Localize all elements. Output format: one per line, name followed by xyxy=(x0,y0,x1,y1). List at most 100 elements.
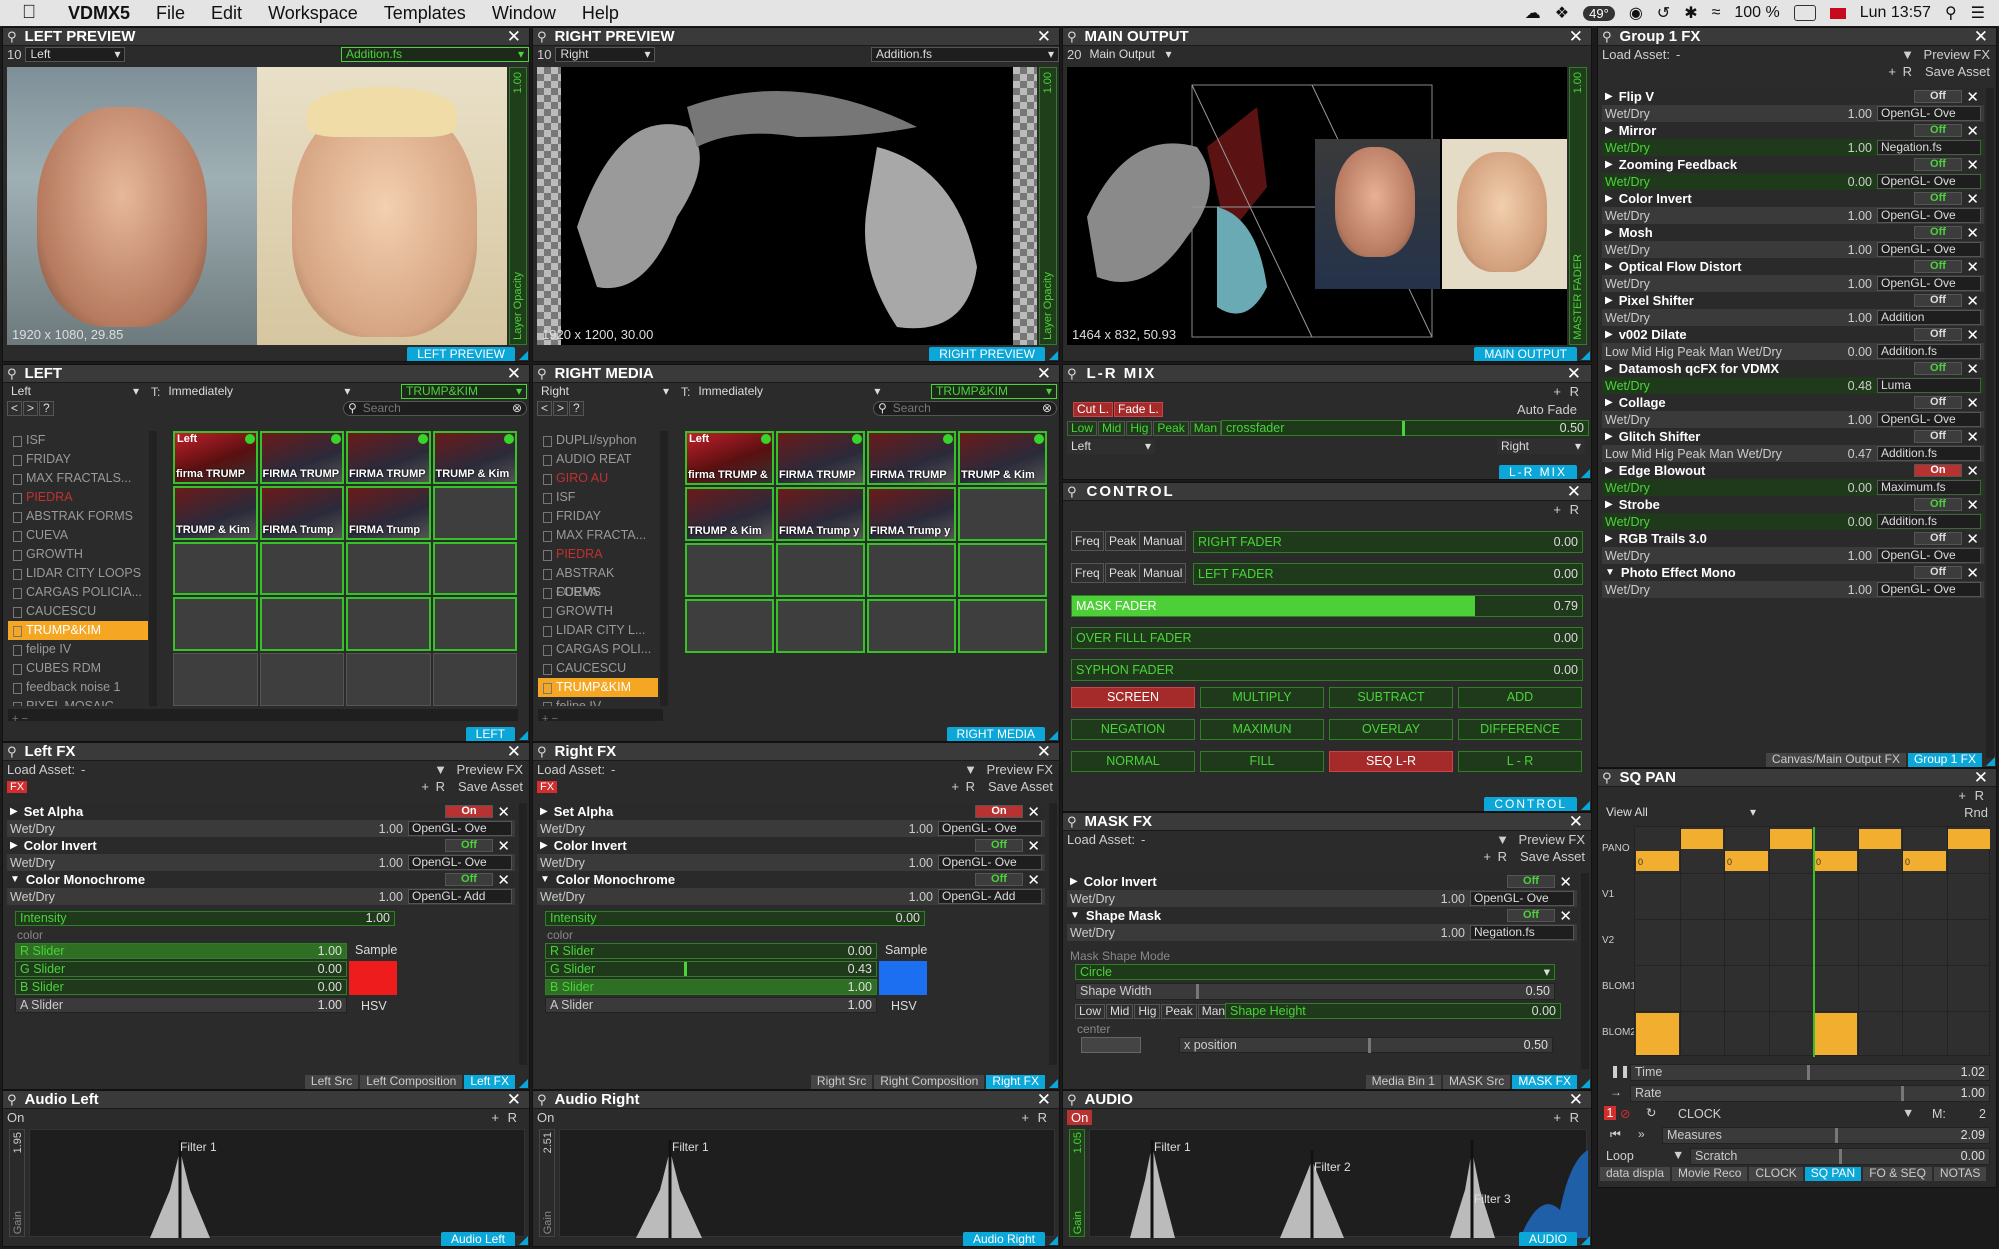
fx-title-row[interactable]: ▶ Datamosh qcFX for VDMX Off ✕ xyxy=(1602,360,1984,378)
load-asset-select[interactable]: - xyxy=(611,762,615,777)
empty-clip-cell[interactable] xyxy=(432,486,517,540)
fx-title-row[interactable]: ▶ Set Alpha On ✕ xyxy=(537,803,1045,821)
pano-step[interactable] xyxy=(1947,829,1990,849)
wetdry-row[interactable]: Wet/Dry 1.00 OpenGL- Ove xyxy=(537,820,1045,837)
clock-select[interactable]: CLOCK xyxy=(1678,1107,1721,1121)
close-icon[interactable]: ✕ xyxy=(1974,28,1988,47)
disclosure-icon[interactable]: ▶ xyxy=(540,806,548,817)
list-item[interactable]: ISF xyxy=(8,431,148,450)
close-icon[interactable]: ✕ xyxy=(1966,428,1979,446)
list-item[interactable]: CUEVA xyxy=(8,526,148,545)
list-item[interactable]: TRUMP&KIM xyxy=(8,621,148,640)
resize-handle[interactable] xyxy=(1049,1236,1058,1245)
close-icon[interactable]: ✕ xyxy=(497,803,510,821)
menu-templates[interactable]: Templates xyxy=(384,3,466,24)
list-item[interactable]: GROWTH xyxy=(538,602,658,621)
clip-cell[interactable]: TRUMP & Kim xyxy=(432,431,517,485)
wetdry-row[interactable]: Wet/Dry 1.00 OpenGL- Ove xyxy=(1602,581,1984,598)
skip-icon[interactable]: » xyxy=(1638,1127,1645,1141)
close-icon[interactable]: ✕ xyxy=(507,1091,521,1110)
list-item[interactable]: PIEDRA xyxy=(538,545,658,564)
disclosure-icon[interactable]: ▼ xyxy=(540,874,550,885)
mid-button[interactable]: Mid xyxy=(1106,1004,1134,1019)
fader-slider[interactable]: LEFT FADER 0.00 xyxy=(1193,563,1583,585)
add-icon[interactable]: + xyxy=(421,779,429,794)
empty-clip-cell[interactable] xyxy=(867,543,956,597)
clock-source-badge[interactable]: 1 xyxy=(1604,1106,1616,1120)
help-button[interactable]: ? xyxy=(39,401,54,416)
reset-button[interactable]: R xyxy=(1498,849,1507,864)
layer-select[interactable]: Right ▾ xyxy=(537,384,673,399)
empty-clip-cell[interactable] xyxy=(867,599,956,653)
color-swatch[interactable] xyxy=(879,961,927,995)
resize-handle[interactable] xyxy=(1049,1079,1058,1088)
search-input[interactable]: ⚲ Search ⊗ xyxy=(873,401,1057,416)
tab-right-src[interactable]: Right Src xyxy=(810,1075,873,1089)
list-item[interactable]: DUPLI/syphon xyxy=(538,431,658,450)
shape-height-slider[interactable]: Shape Height 0.00 xyxy=(1225,1003,1561,1019)
reset-button[interactable]: R xyxy=(508,1110,517,1125)
layer-opacity-fader[interactable]: 1.00 Layer Opacity xyxy=(509,67,527,345)
fx-toggle[interactable]: Off xyxy=(445,873,493,886)
menu-file[interactable]: File xyxy=(156,3,185,24)
search-icon[interactable]: ⚲ xyxy=(7,1092,17,1108)
scrollbar[interactable] xyxy=(660,431,668,706)
fx-title-row[interactable]: ▶ Zooming Feedback Off ✕ xyxy=(1602,156,1984,174)
blend-mode-select[interactable]: Addition.fs xyxy=(1877,344,1981,359)
gain-fader[interactable]: 1.05 Gain xyxy=(1069,1129,1085,1237)
fx-toggle[interactable]: Off xyxy=(1914,226,1962,239)
empty-clip-cell[interactable] xyxy=(432,652,517,706)
resize-handle[interactable] xyxy=(519,351,528,360)
left-select[interactable]: Left ▾ xyxy=(1067,439,1155,454)
reset-button[interactable]: R xyxy=(1570,1110,1579,1125)
arrow-right-icon[interactable]: → xyxy=(1610,1085,1622,1099)
search-icon[interactable]: ⚲ xyxy=(1067,29,1077,45)
crossfader-slider[interactable]: crossfader 0.50 xyxy=(1221,420,1589,436)
fader-slider[interactable]: MASK FADER 0.79 xyxy=(1071,595,1583,617)
mid-button[interactable]: Mid xyxy=(1098,421,1126,436)
fx-select[interactable]: Addition.fs ▾ xyxy=(871,47,1059,62)
fx-badge[interactable]: FX xyxy=(7,780,28,793)
resize-handle[interactable] xyxy=(519,1079,528,1088)
wetdry-row[interactable]: Low Mid Hig Peak Man Wet/Dry 0.00 Addition… xyxy=(1602,343,1984,360)
hig-button[interactable]: Hig xyxy=(1126,421,1153,436)
close-icon[interactable]: ✕ xyxy=(1966,462,1979,480)
empty-clip-cell[interactable] xyxy=(685,543,774,597)
empty-clip-cell[interactable] xyxy=(173,652,258,706)
color-channel-slider[interactable]: G Slider 0.43 xyxy=(545,961,877,977)
panel-tag[interactable]: RIGHT PREVIEW xyxy=(929,347,1045,361)
preview-fx-toggle[interactable]: Preview FX xyxy=(1924,47,1990,62)
blom2-step[interactable] xyxy=(1814,1013,1857,1055)
wetdry-row[interactable]: Wet/Dry 1.00 OpenGL- Ove xyxy=(1067,890,1577,907)
fx-toggle[interactable]: Off xyxy=(1507,909,1555,922)
list-item[interactable]: CARGAS POLI... xyxy=(538,640,658,659)
list-item[interactable]: PIXEL MOSAIC xyxy=(8,697,148,706)
close-icon[interactable]: ✕ xyxy=(1037,1091,1051,1110)
menu-edit[interactable]: Edit xyxy=(211,3,242,24)
fx-title-row[interactable]: ▶ Edge Blowout On ✕ xyxy=(1602,462,1984,480)
close-icon[interactable]: ✕ xyxy=(1966,190,1979,208)
clip-cell[interactable]: FIRMA Trump xyxy=(259,486,344,540)
add-icon[interactable]: + xyxy=(1553,384,1561,399)
empty-clip-cell[interactable] xyxy=(958,543,1047,597)
disclosure-icon[interactable]: ▶ xyxy=(10,806,18,817)
panel-tag[interactable]: RIGHT MEDIA xyxy=(946,727,1045,741)
tab-mask-fx[interactable]: MASK FX xyxy=(1512,1075,1577,1089)
clip-cell[interactable]: FIRMA TRUMP xyxy=(259,431,344,485)
spectrum-display[interactable]: Filter 1 xyxy=(559,1129,1055,1238)
time-slider[interactable]: Time 1.02 xyxy=(1630,1064,1990,1081)
list-item[interactable]: CARGAS POLICIA... xyxy=(8,583,148,602)
add-icon[interactable]: + xyxy=(491,1110,499,1125)
wetdry-row[interactable]: Wet/Dry 1.00 OpenGL- Ove xyxy=(1602,547,1984,564)
fx-toggle[interactable]: Off xyxy=(1914,498,1962,511)
menu-workspace[interactable]: Workspace xyxy=(268,3,358,24)
x-position-slider[interactable]: x position 0.50 xyxy=(1179,1037,1553,1053)
blend-mode-select[interactable]: Addition.fs xyxy=(1877,446,1981,461)
peak-button[interactable]: Peak xyxy=(1161,1004,1197,1019)
fx-toggle[interactable]: Off xyxy=(1914,396,1962,409)
tab-left-fx[interactable]: Left FX xyxy=(464,1075,515,1089)
trigger-mode-select[interactable]: Immediately ▾ xyxy=(694,384,884,399)
color-channel-slider[interactable]: R Slider 0.00 xyxy=(545,943,877,959)
shape-width-slider[interactable]: Shape Width 0.50 xyxy=(1075,983,1555,1000)
disclosure-icon[interactable]: ▶ xyxy=(10,840,18,851)
